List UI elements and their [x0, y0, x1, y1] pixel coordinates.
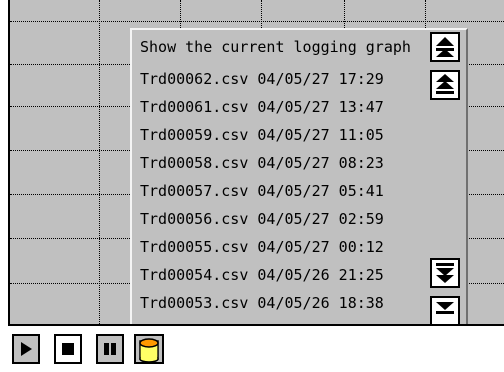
scroll-bottom-button[interactable] [430, 296, 460, 326]
triple-up-arrow-icon [436, 74, 454, 94]
show-current-graph-item[interactable]: Show the current logging graph [140, 36, 432, 58]
page-up-button[interactable] [430, 70, 460, 100]
file-item[interactable]: Trd00062.csv 04/05/27 17:29 [140, 68, 432, 90]
file-item[interactable]: Trd00057.csv 04/05/27 05:41 [140, 180, 432, 202]
scroll-top-button[interactable] [430, 32, 460, 62]
double-down-arrow-icon [436, 302, 454, 314]
logging-screen: Show the current logging graph Trd00062.… [0, 0, 504, 372]
pause-button[interactable] [96, 334, 124, 364]
page-down-button[interactable] [430, 258, 460, 288]
pause-icon [104, 343, 116, 355]
file-item[interactable]: Trd00056.csv 04/05/27 02:59 [140, 208, 432, 230]
file-select-button[interactable] [134, 334, 164, 364]
double-up-arrow-icon [436, 37, 454, 57]
file-item[interactable]: Trd00059.csv 04/05/27 11:05 [140, 124, 432, 146]
database-icon [139, 338, 159, 363]
file-list-panel: Show the current logging graph Trd00062.… [130, 28, 468, 326]
file-item[interactable]: Trd00054.csv 04/05/26 21:25 [140, 264, 432, 286]
file-item[interactable]: Trd00053.csv 04/05/26 18:38 [140, 292, 432, 314]
stop-icon [62, 343, 74, 355]
play-button[interactable] [12, 334, 40, 364]
stop-button[interactable] [54, 334, 82, 364]
file-item[interactable]: Trd00061.csv 04/05/27 13:47 [140, 96, 432, 118]
file-item[interactable]: Trd00058.csv 04/05/27 08:23 [140, 152, 432, 174]
triple-down-arrow-icon [436, 263, 454, 283]
grid-line [99, 0, 100, 324]
file-item[interactable]: Trd00055.csv 04/05/27 00:12 [140, 236, 432, 258]
grid-line [10, 21, 504, 22]
play-icon [21, 342, 32, 356]
